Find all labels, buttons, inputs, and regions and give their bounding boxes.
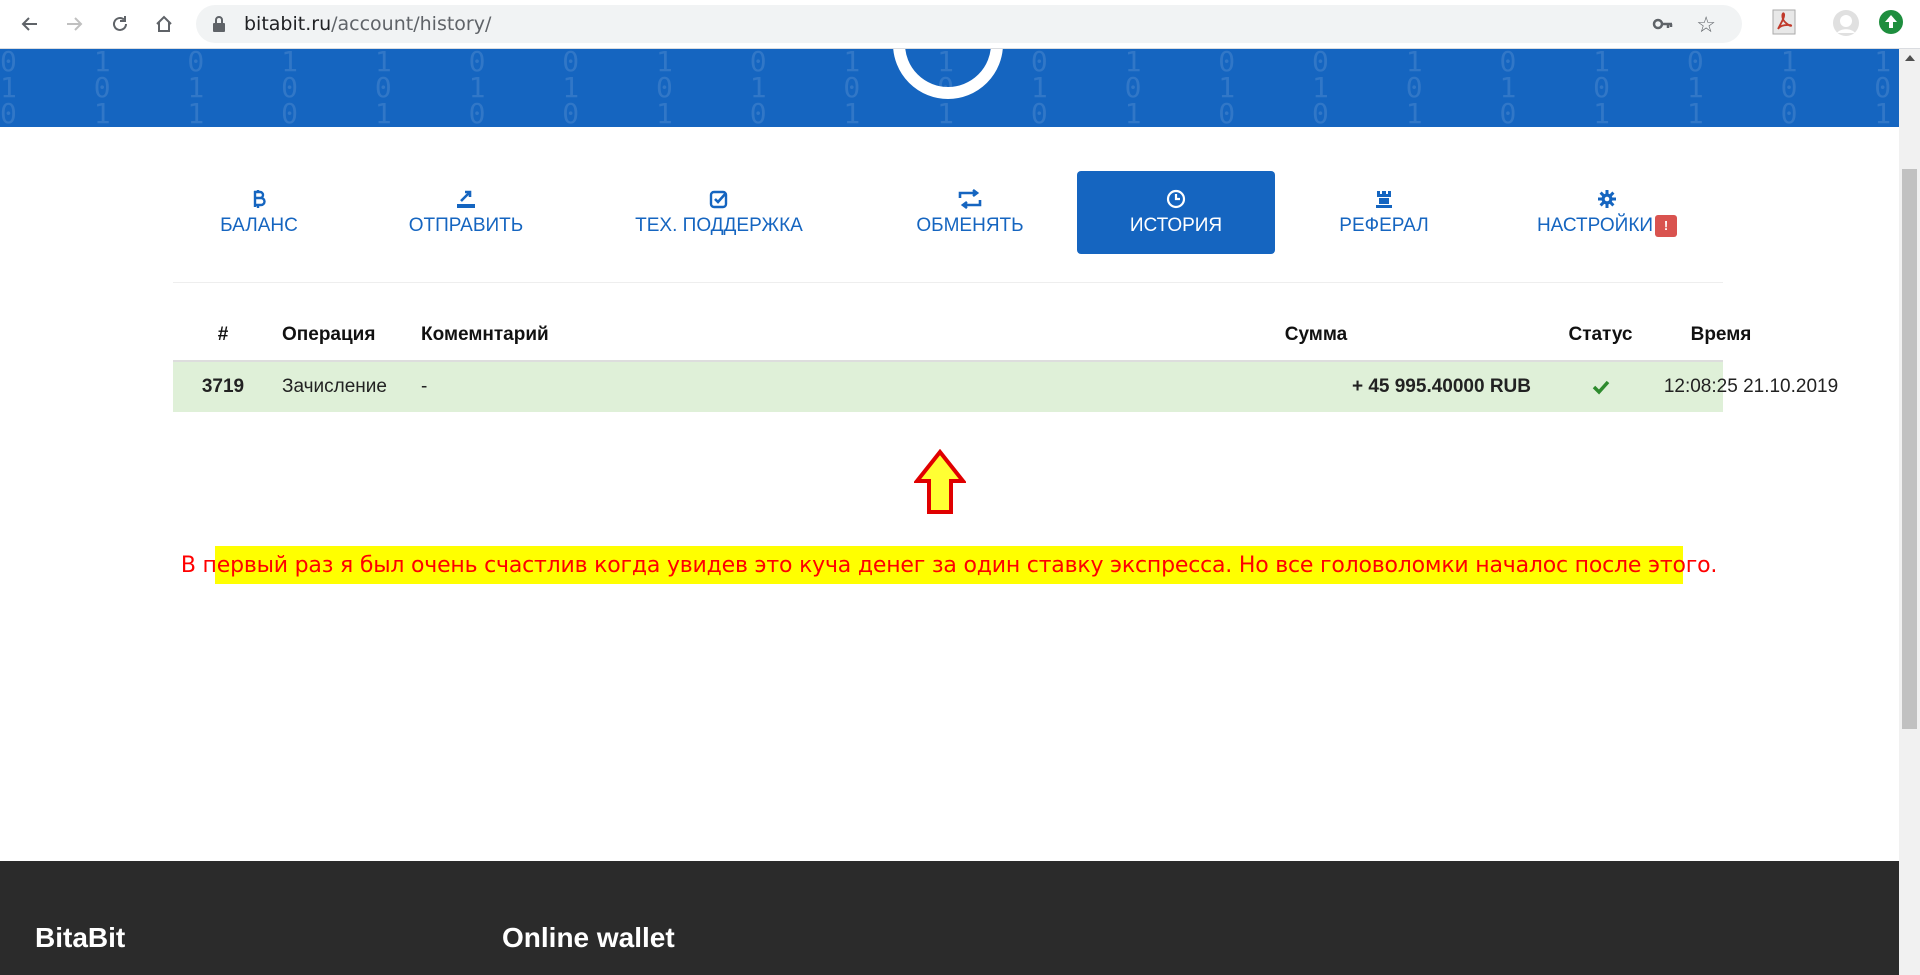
bookmark-star-icon[interactable]: ☆ [1696,12,1716,38]
tab-label: РЕФЕРАЛ [1339,215,1429,236]
rook-icon [1374,188,1394,210]
tab-label: ИСТОРИЯ [1129,215,1223,236]
forward-button[interactable] [58,8,90,40]
tab-history[interactable]: ИСТОРИЯ [1077,171,1275,254]
home-button[interactable] [148,8,180,40]
tab-label: ОТПРАВИТЬ [408,215,524,236]
tabs-divider [173,282,1723,283]
tab-label: НАСТРОЙКИ [1536,215,1654,236]
url-path: /account/history/ [331,13,492,35]
header-operation: Операция [282,324,376,345]
header-comment: Комемнтарий [421,324,549,345]
header-time: Время [1690,324,1752,345]
url-host: bitabit.ru [244,13,332,35]
tab-referral[interactable]: РЕФЕРАЛ [1321,171,1447,254]
tab-label: БАЛАНС [220,215,298,236]
scroll-up-icon[interactable] [1905,55,1915,61]
back-button[interactable] [14,8,46,40]
tab-label: ОБМЕНЯТЬ [916,215,1024,236]
update-icon[interactable] [1878,9,1904,35]
tab-label: ТЕХ. ПОДДЕРЖКА [635,215,803,236]
row-sum: + 45 995.40000 RUB [1351,376,1531,397]
row-num: 3719 [201,376,245,397]
table-row: 3719 Зачисление - + 45 995.40000 RUB 12:… [173,362,1838,412]
footer-online-wallet: Online wallet [502,922,675,953]
home-icon [156,15,172,32]
tab-settings[interactable]: НАСТРОЙКИ! [1519,171,1695,254]
site-footer: BitaBit Online wallet [0,861,1899,975]
row-time: 12:08:25 21.10.2019 [1663,376,1839,397]
forward-arrow-icon [67,17,83,31]
alert-badge: ! [1655,214,1678,237]
annotation-arrow-icon [914,449,966,514]
header-sum: Сумма [1284,324,1348,345]
clock-icon [1166,188,1186,210]
address-bar[interactable]: bitabit.ru/account/history/ ☆ [196,5,1742,43]
tab-label-wrap: НАСТРОЙКИ! [1536,214,1678,237]
page-scrollbar[interactable] [1899,49,1920,975]
reload-icon [113,16,127,31]
profile-avatar-icon[interactable] [1832,9,1860,37]
back-arrow-icon [21,17,37,31]
bitcoin-icon [251,188,267,210]
tab-send[interactable]: ОТПРАВИТЬ [388,171,544,254]
lock-icon [213,16,225,32]
pdf-extension-icon[interactable] [1772,9,1796,35]
tab-exchange[interactable]: ОБМЕНЯТЬ [903,171,1037,254]
tab-support[interactable]: ТЕХ. ПОДДЕРЖКА [621,171,817,254]
check-icon [1592,380,1609,395]
exchange-icon [957,188,983,210]
tab-balance[interactable]: БАЛАНС [183,171,335,254]
footer-brand: BitaBit [35,922,126,953]
table-header: # Операция Комемнтарий Сумма Статус Врем… [173,318,1751,362]
account-tabs: БАЛАНС ОТПРАВИТЬ ТЕХ. ПОДДЕРЖКА ОБМЕНЯТЬ… [173,171,1723,254]
annotation-note: В первый раз я был очень счастлив когда … [181,546,1717,584]
url-text: bitabit.ru/account/history/ [244,13,491,35]
hero-banner: 0 1 0 1 1 0 0 1 0 1 1 0 1 0 0 1 0 1 0 1 … [0,49,1899,127]
scrollbar-thumb[interactable] [1902,169,1917,729]
browser-toolbar: bitabit.ru/account/history/ ☆ [0,0,1920,49]
history-table: # Операция Комемнтарий Сумма Статус Врем… [173,318,1838,412]
header-num: # [217,324,229,345]
check-square-icon [709,188,729,210]
row-operation: Зачисление [282,376,387,397]
reload-button[interactable] [104,8,136,40]
gear-icon [1597,188,1617,210]
row-comment: - [421,376,428,397]
send-icon [456,188,476,210]
key-icon[interactable] [1652,14,1674,34]
